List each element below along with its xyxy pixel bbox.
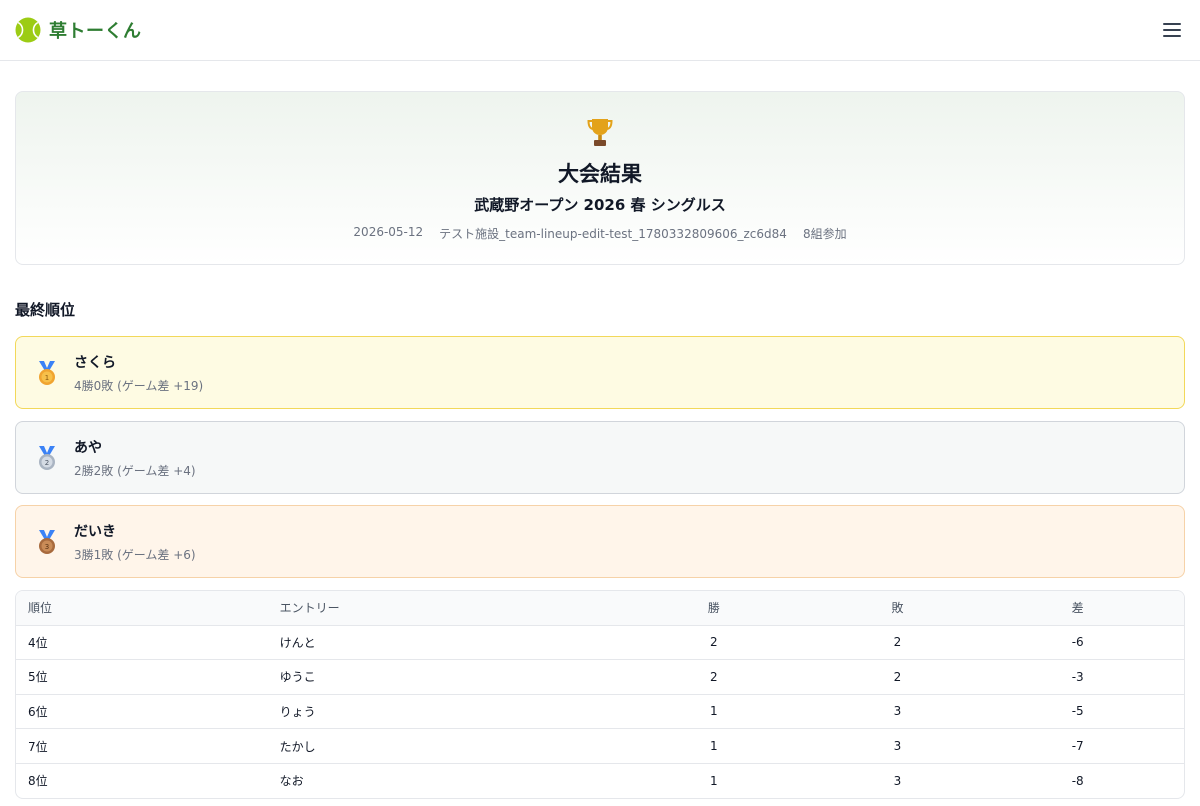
table-row: 6位 りょう 1 3 -5 xyxy=(16,694,1184,730)
trophy-icon xyxy=(587,119,613,146)
section-title: 最終順位 xyxy=(15,301,76,319)
cell-losses: 2 xyxy=(823,659,972,695)
cell-wins: 1 xyxy=(604,694,824,730)
cell-rank: 7位 xyxy=(16,728,268,764)
table-header-row: 順位 エントリー 勝 敗 差 xyxy=(16,591,1184,626)
cell-losses: 3 xyxy=(823,694,972,730)
silver-medal-icon: 2 xyxy=(39,445,55,470)
podium-second: 2 あや 2勝2敗 (ゲーム差 +4) xyxy=(15,421,1185,494)
cell-rank: 8位 xyxy=(28,774,48,789)
podium-name: さくら xyxy=(74,354,116,371)
column-header-rank: 順位 xyxy=(16,591,268,626)
cell-diff: -5 xyxy=(971,694,1184,730)
svg-text:2: 2 xyxy=(45,459,49,467)
table-row: 8位 なお 1 3 -8 xyxy=(16,763,1184,798)
column-header-losses: 敗 xyxy=(823,591,972,626)
hamburger-menu-icon[interactable] xyxy=(1160,18,1184,42)
podium-record: 4勝0敗 (ゲーム差 +19) xyxy=(74,378,204,393)
cell-diff: -7 xyxy=(971,728,1184,764)
cell-losses: 2 xyxy=(823,625,972,661)
column-header-entry: エントリー xyxy=(267,591,604,626)
cell-entry: たかし xyxy=(267,728,604,764)
podium-record: 3勝1敗 (ゲーム差 +6) xyxy=(74,547,196,562)
app-name: 草トーくん xyxy=(49,21,142,42)
table-row: 7位 たかし 1 3 -7 xyxy=(16,728,1184,764)
svg-text:1: 1 xyxy=(45,374,49,382)
ranking-table: 順位 エントリー 勝 敗 差 4位 けんと 2 2 -6 5位 ゆうこ 2 2 … xyxy=(15,590,1185,799)
tournament-result-card: 大会結果 武蔵野オープン 2026 春 シングルス 2026-05-12 テスト… xyxy=(15,91,1185,265)
cell-diff: -8 xyxy=(1071,773,1084,788)
cell-rank: 5位 xyxy=(16,659,268,695)
podium-record: 2勝2敗 (ゲーム差 +4) xyxy=(74,463,196,478)
svg-text:3: 3 xyxy=(45,543,49,551)
cell-rank: 6位 xyxy=(16,694,268,730)
event-venue: テスト施設_team-lineup-edit-test_178033280960… xyxy=(439,227,787,241)
cell-wins: 2 xyxy=(604,625,824,661)
brand-link[interactable]: 草トーくん xyxy=(15,17,142,43)
app-header: 草トーくん xyxy=(0,0,1200,61)
cell-entry: けんと xyxy=(267,625,604,661)
column-header-wins: 勝 xyxy=(604,591,824,626)
podium-first: 1 さくら 4勝0敗 (ゲーム差 +19) xyxy=(15,336,1185,409)
tennis-ball-icon xyxy=(15,17,41,43)
podium-third: 3 だいき 3勝1敗 (ゲーム差 +6) xyxy=(15,505,1185,578)
gold-medal-icon: 1 xyxy=(39,360,55,385)
cell-rank: 4位 xyxy=(16,625,268,661)
participant-count: 8組参加 xyxy=(802,227,847,241)
event-meta: 2026-05-12 テスト施設_team-lineup-edit-test_1… xyxy=(16,225,1184,242)
event-name: 武蔵野オープン 2026 春 シングルス xyxy=(474,196,726,214)
cell-entry: なお xyxy=(279,774,304,789)
event-date: 2026-05-12 xyxy=(353,225,424,239)
cell-losses: 3 xyxy=(893,773,902,788)
podium-name: あや xyxy=(74,439,102,456)
column-header-diff: 差 xyxy=(971,591,1184,626)
cell-wins: 1 xyxy=(709,773,718,788)
cell-entry: ゆうこ xyxy=(267,659,604,695)
cell-diff: -3 xyxy=(971,659,1184,695)
cell-entry: りょう xyxy=(267,694,604,730)
cell-diff: -6 xyxy=(971,625,1184,661)
cell-wins: 1 xyxy=(604,728,824,764)
podium-name: だいき xyxy=(74,523,116,540)
table-row: 5位 ゆうこ 2 2 -3 xyxy=(16,659,1184,695)
table-row: 4位 けんと 2 2 -6 xyxy=(16,625,1184,661)
bronze-medal-icon: 3 xyxy=(39,529,55,554)
cell-losses: 3 xyxy=(823,728,972,764)
cell-wins: 2 xyxy=(604,659,824,695)
page-title: 大会結果 xyxy=(558,162,642,186)
